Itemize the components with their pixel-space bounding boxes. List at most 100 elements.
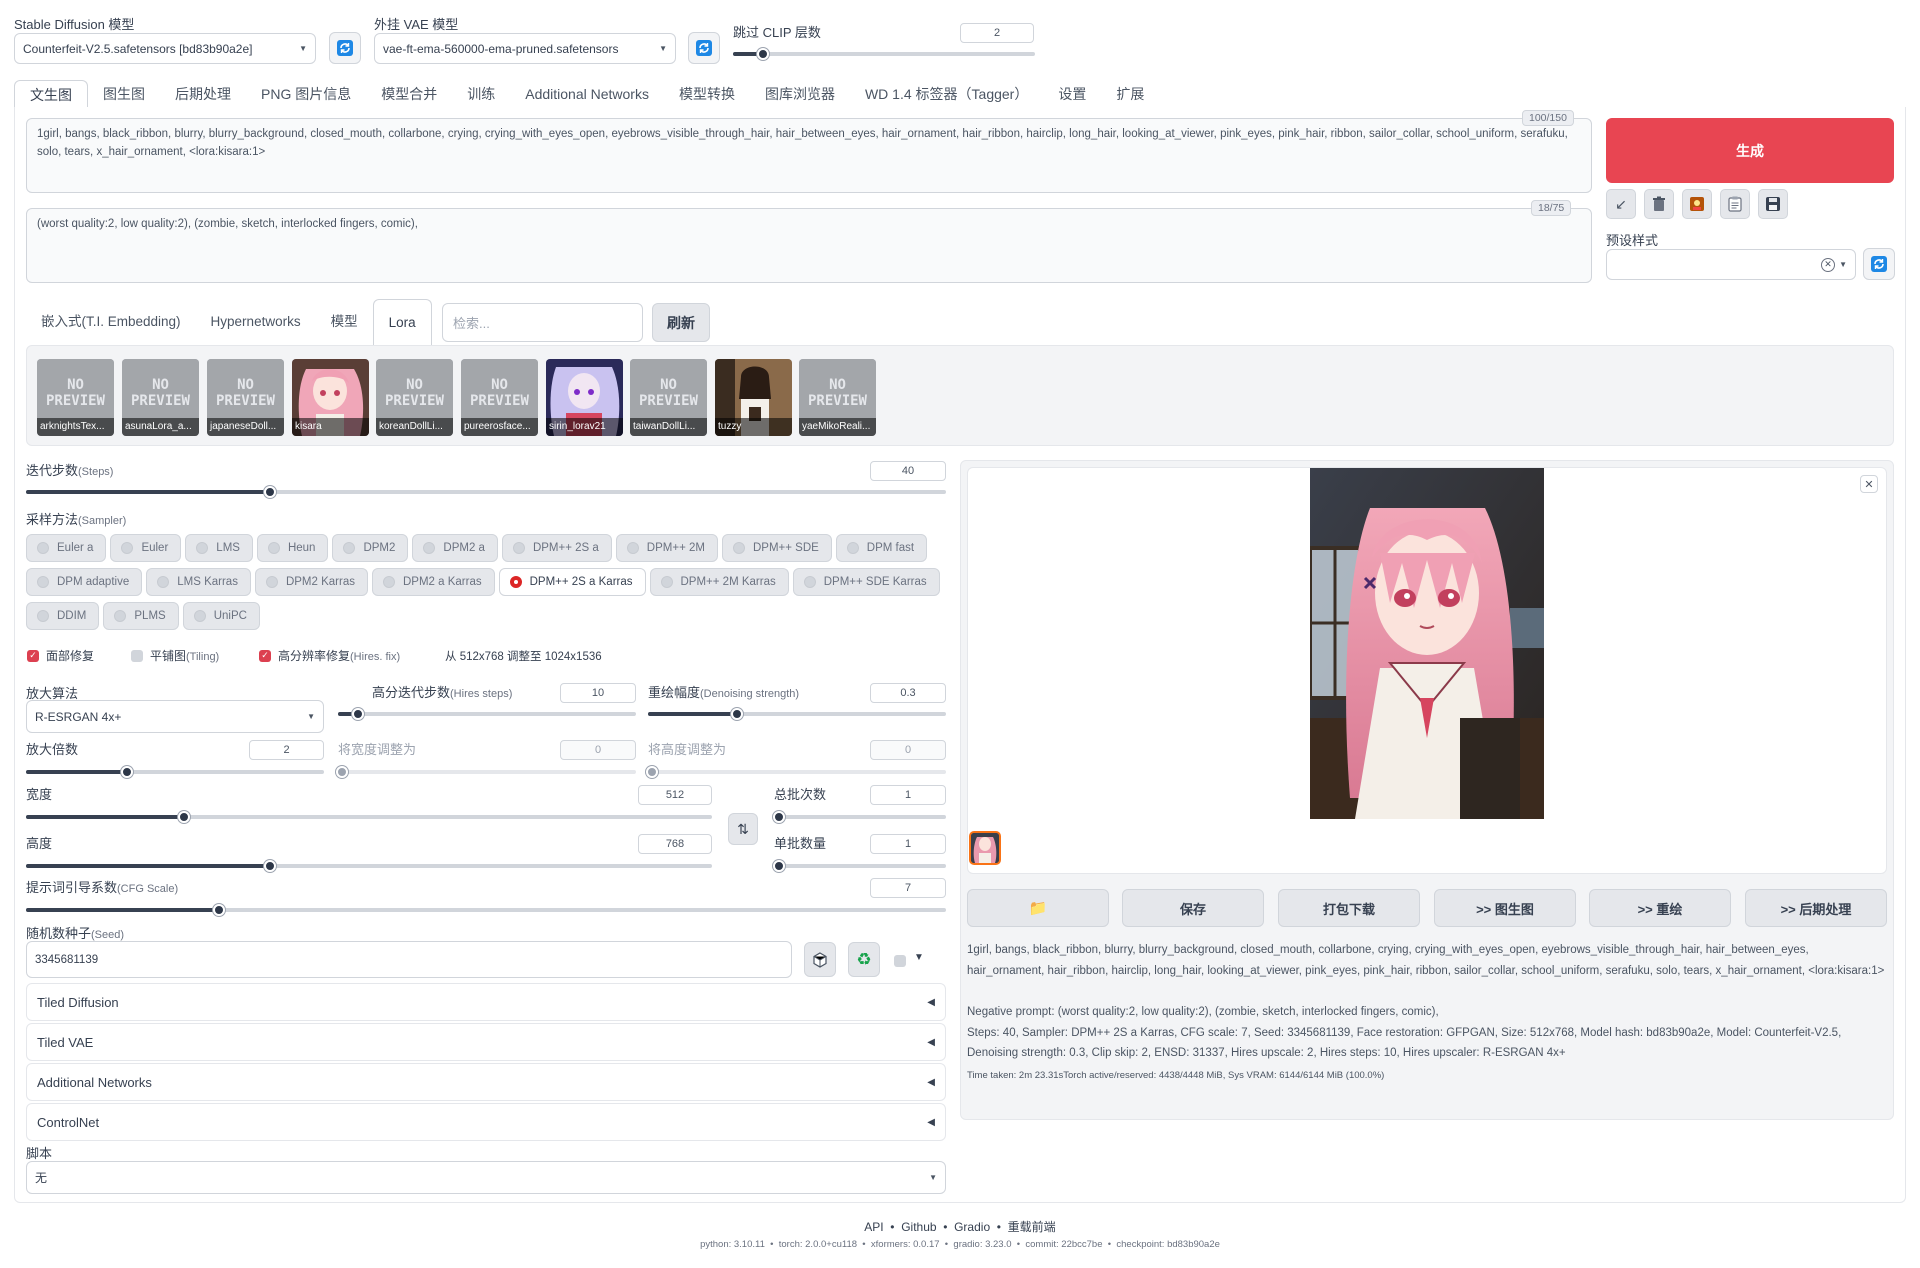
- sampler-option[interactable]: DPM++ SDE Karras: [792, 568, 940, 596]
- footer-link[interactable]: API: [864, 1220, 883, 1234]
- upscaler-select[interactable]: R-ESRGAN 4x+ ▼: [26, 700, 324, 733]
- styles-select[interactable]: ✕ ▼: [1606, 249, 1856, 280]
- tab-0[interactable]: 文生图: [14, 80, 88, 108]
- seed-input[interactable]: 3345681139: [26, 941, 792, 978]
- lora-card[interactable]: NO PREVIEW japaneseDoll...: [207, 359, 284, 436]
- gallery-thumbnail[interactable]: [969, 831, 1001, 865]
- sampler-option[interactable]: DPM adaptive: [26, 568, 143, 596]
- resize-width-input[interactable]: 0: [560, 740, 636, 760]
- resize-height-input[interactable]: 0: [870, 740, 946, 760]
- swap-dimensions-button[interactable]: ⇅: [728, 813, 758, 845]
- slider-thumb[interactable]: [773, 811, 785, 823]
- extra-tab-0[interactable]: 嵌入式(T.I. Embedding): [26, 299, 196, 345]
- tab-11[interactable]: 扩展: [1101, 80, 1159, 108]
- sampler-option[interactable]: Euler a: [26, 534, 107, 562]
- sampler-option[interactable]: LMS: [185, 534, 253, 562]
- generated-image[interactable]: [1310, 468, 1544, 819]
- tab-7[interactable]: 模型转换: [664, 80, 750, 108]
- footer-link[interactable]: 重载前端: [1008, 1220, 1056, 1234]
- lora-card[interactable]: sirin_lorav21: [546, 359, 623, 436]
- slider-thumb[interactable]: [263, 860, 276, 872]
- extra-seed-checkbox[interactable]: [894, 955, 906, 967]
- extra-seed-toggle-icon[interactable]: ▼: [914, 952, 924, 963]
- resize-width-slider[interactable]: [336, 766, 636, 778]
- face-restore-checkbox[interactable]: ✓ 面部修复: [27, 647, 131, 664]
- sampler-option[interactable]: PLMS: [103, 602, 179, 630]
- extra-tab-1[interactable]: Hypernetworks: [196, 299, 316, 345]
- sampler-option[interactable]: DPM2 a Karras: [371, 568, 495, 596]
- vae-select[interactable]: vae-ft-ema-560000-ema-pruned.safetensors…: [374, 33, 676, 64]
- tab-3[interactable]: PNG 图片信息: [246, 80, 366, 108]
- slider-thumb[interactable]: [336, 766, 348, 778]
- refresh-vae-button[interactable]: [688, 32, 720, 64]
- output-button-0[interactable]: 保存: [1122, 889, 1264, 927]
- clip-skip-input[interactable]: 2: [960, 23, 1034, 43]
- tab-5[interactable]: 训练: [452, 80, 510, 108]
- clip-skip-slider[interactable]: [733, 48, 1035, 60]
- prompt-textarea[interactable]: 1girl, bangs, black_ribbon, blurry, blur…: [26, 118, 1592, 193]
- refresh-model-button[interactable]: [329, 32, 361, 64]
- upscale-by-input[interactable]: 2: [249, 740, 324, 760]
- height-slider[interactable]: [26, 860, 712, 872]
- tab-2[interactable]: 后期处理: [160, 80, 246, 108]
- batch-count-input[interactable]: 1: [870, 785, 946, 805]
- cfg-input[interactable]: 7: [870, 878, 946, 898]
- sampler-option[interactable]: DPM++ 2M Karras: [649, 568, 789, 596]
- output-button-3[interactable]: >> 重绘: [1589, 889, 1731, 927]
- slider-thumb[interactable]: [773, 860, 785, 872]
- reuse-seed-button[interactable]: ♻: [848, 942, 880, 977]
- lora-card[interactable]: tuzzy: [715, 359, 792, 436]
- lora-card[interactable]: NO PREVIEW asunaLora_a...: [122, 359, 199, 436]
- tab-10[interactable]: 设置: [1043, 80, 1101, 108]
- close-preview-button[interactable]: ✕: [1860, 475, 1878, 493]
- sampler-option[interactable]: DPM fast: [835, 534, 928, 562]
- hires-steps-input[interactable]: 10: [560, 683, 636, 703]
- slider-thumb[interactable]: [263, 486, 276, 498]
- lora-card[interactable]: NO PREVIEW yaeMikoReali...: [799, 359, 876, 436]
- steps-input[interactable]: 40: [870, 461, 946, 481]
- sampler-option[interactable]: DDIM: [26, 602, 100, 630]
- steps-slider[interactable]: [26, 486, 946, 498]
- hires-steps-slider[interactable]: [338, 708, 636, 720]
- slider-thumb[interactable]: [757, 48, 770, 60]
- tab-1[interactable]: 图生图: [88, 80, 160, 108]
- open-folder-button[interactable]: 📁: [967, 889, 1109, 927]
- lora-card[interactable]: NO PREVIEW arknightsTex...: [37, 359, 114, 436]
- batch-size-slider[interactable]: [773, 860, 946, 872]
- accordion-3[interactable]: ControlNet ◀: [26, 1103, 946, 1141]
- accordion-1[interactable]: Tiled VAE ◀: [26, 1023, 946, 1061]
- footer-link[interactable]: Github: [901, 1220, 936, 1234]
- slider-thumb[interactable]: [351, 708, 364, 720]
- batch-size-input[interactable]: 1: [870, 834, 946, 854]
- output-button-1[interactable]: 打包下载: [1278, 889, 1420, 927]
- tab-9[interactable]: WD 1.4 标签器（Tagger）: [850, 80, 1043, 108]
- sampler-option[interactable]: DPM2: [332, 534, 409, 562]
- sampler-option[interactable]: DPM++ SDE: [721, 534, 832, 562]
- read-params-button[interactable]: ↙: [1606, 189, 1636, 219]
- tab-6[interactable]: Additional Networks: [510, 80, 664, 108]
- clear-prompt-button[interactable]: [1644, 189, 1674, 219]
- width-slider[interactable]: [26, 811, 712, 823]
- sampler-option[interactable]: DPM++ 2S a Karras: [498, 568, 646, 596]
- lora-card[interactable]: NO PREVIEW pureerosface...: [461, 359, 538, 436]
- upscale-by-slider[interactable]: [26, 766, 324, 778]
- accordion-0[interactable]: Tiled Diffusion ◀: [26, 983, 946, 1021]
- extra-tab-3[interactable]: Lora: [372, 299, 432, 345]
- tab-8[interactable]: 图库浏览器: [750, 80, 850, 108]
- extra-tab-2[interactable]: 模型: [316, 299, 373, 345]
- sampler-option[interactable]: Euler: [110, 534, 182, 562]
- slider-thumb[interactable]: [646, 766, 658, 778]
- height-input[interactable]: 768: [638, 834, 712, 854]
- apply-style-button[interactable]: [1720, 189, 1750, 219]
- footer-link[interactable]: Gradio: [954, 1220, 990, 1234]
- negative-prompt-textarea[interactable]: (worst quality:2, low quality:2), (zombi…: [26, 208, 1592, 283]
- sampler-option[interactable]: DPM2 a: [412, 534, 498, 562]
- sampler-option[interactable]: DPM++ 2M: [615, 534, 718, 562]
- show-extra-networks-button[interactable]: [1682, 189, 1712, 219]
- lora-card[interactable]: NO PREVIEW taiwanDollLi...: [630, 359, 707, 436]
- batch-count-slider[interactable]: [773, 811, 946, 823]
- sampler-option[interactable]: DPM++ 2S a: [501, 534, 612, 562]
- sampler-option[interactable]: DPM2 Karras: [254, 568, 368, 596]
- sampler-option[interactable]: LMS Karras: [146, 568, 251, 596]
- cfg-slider[interactable]: [26, 904, 946, 916]
